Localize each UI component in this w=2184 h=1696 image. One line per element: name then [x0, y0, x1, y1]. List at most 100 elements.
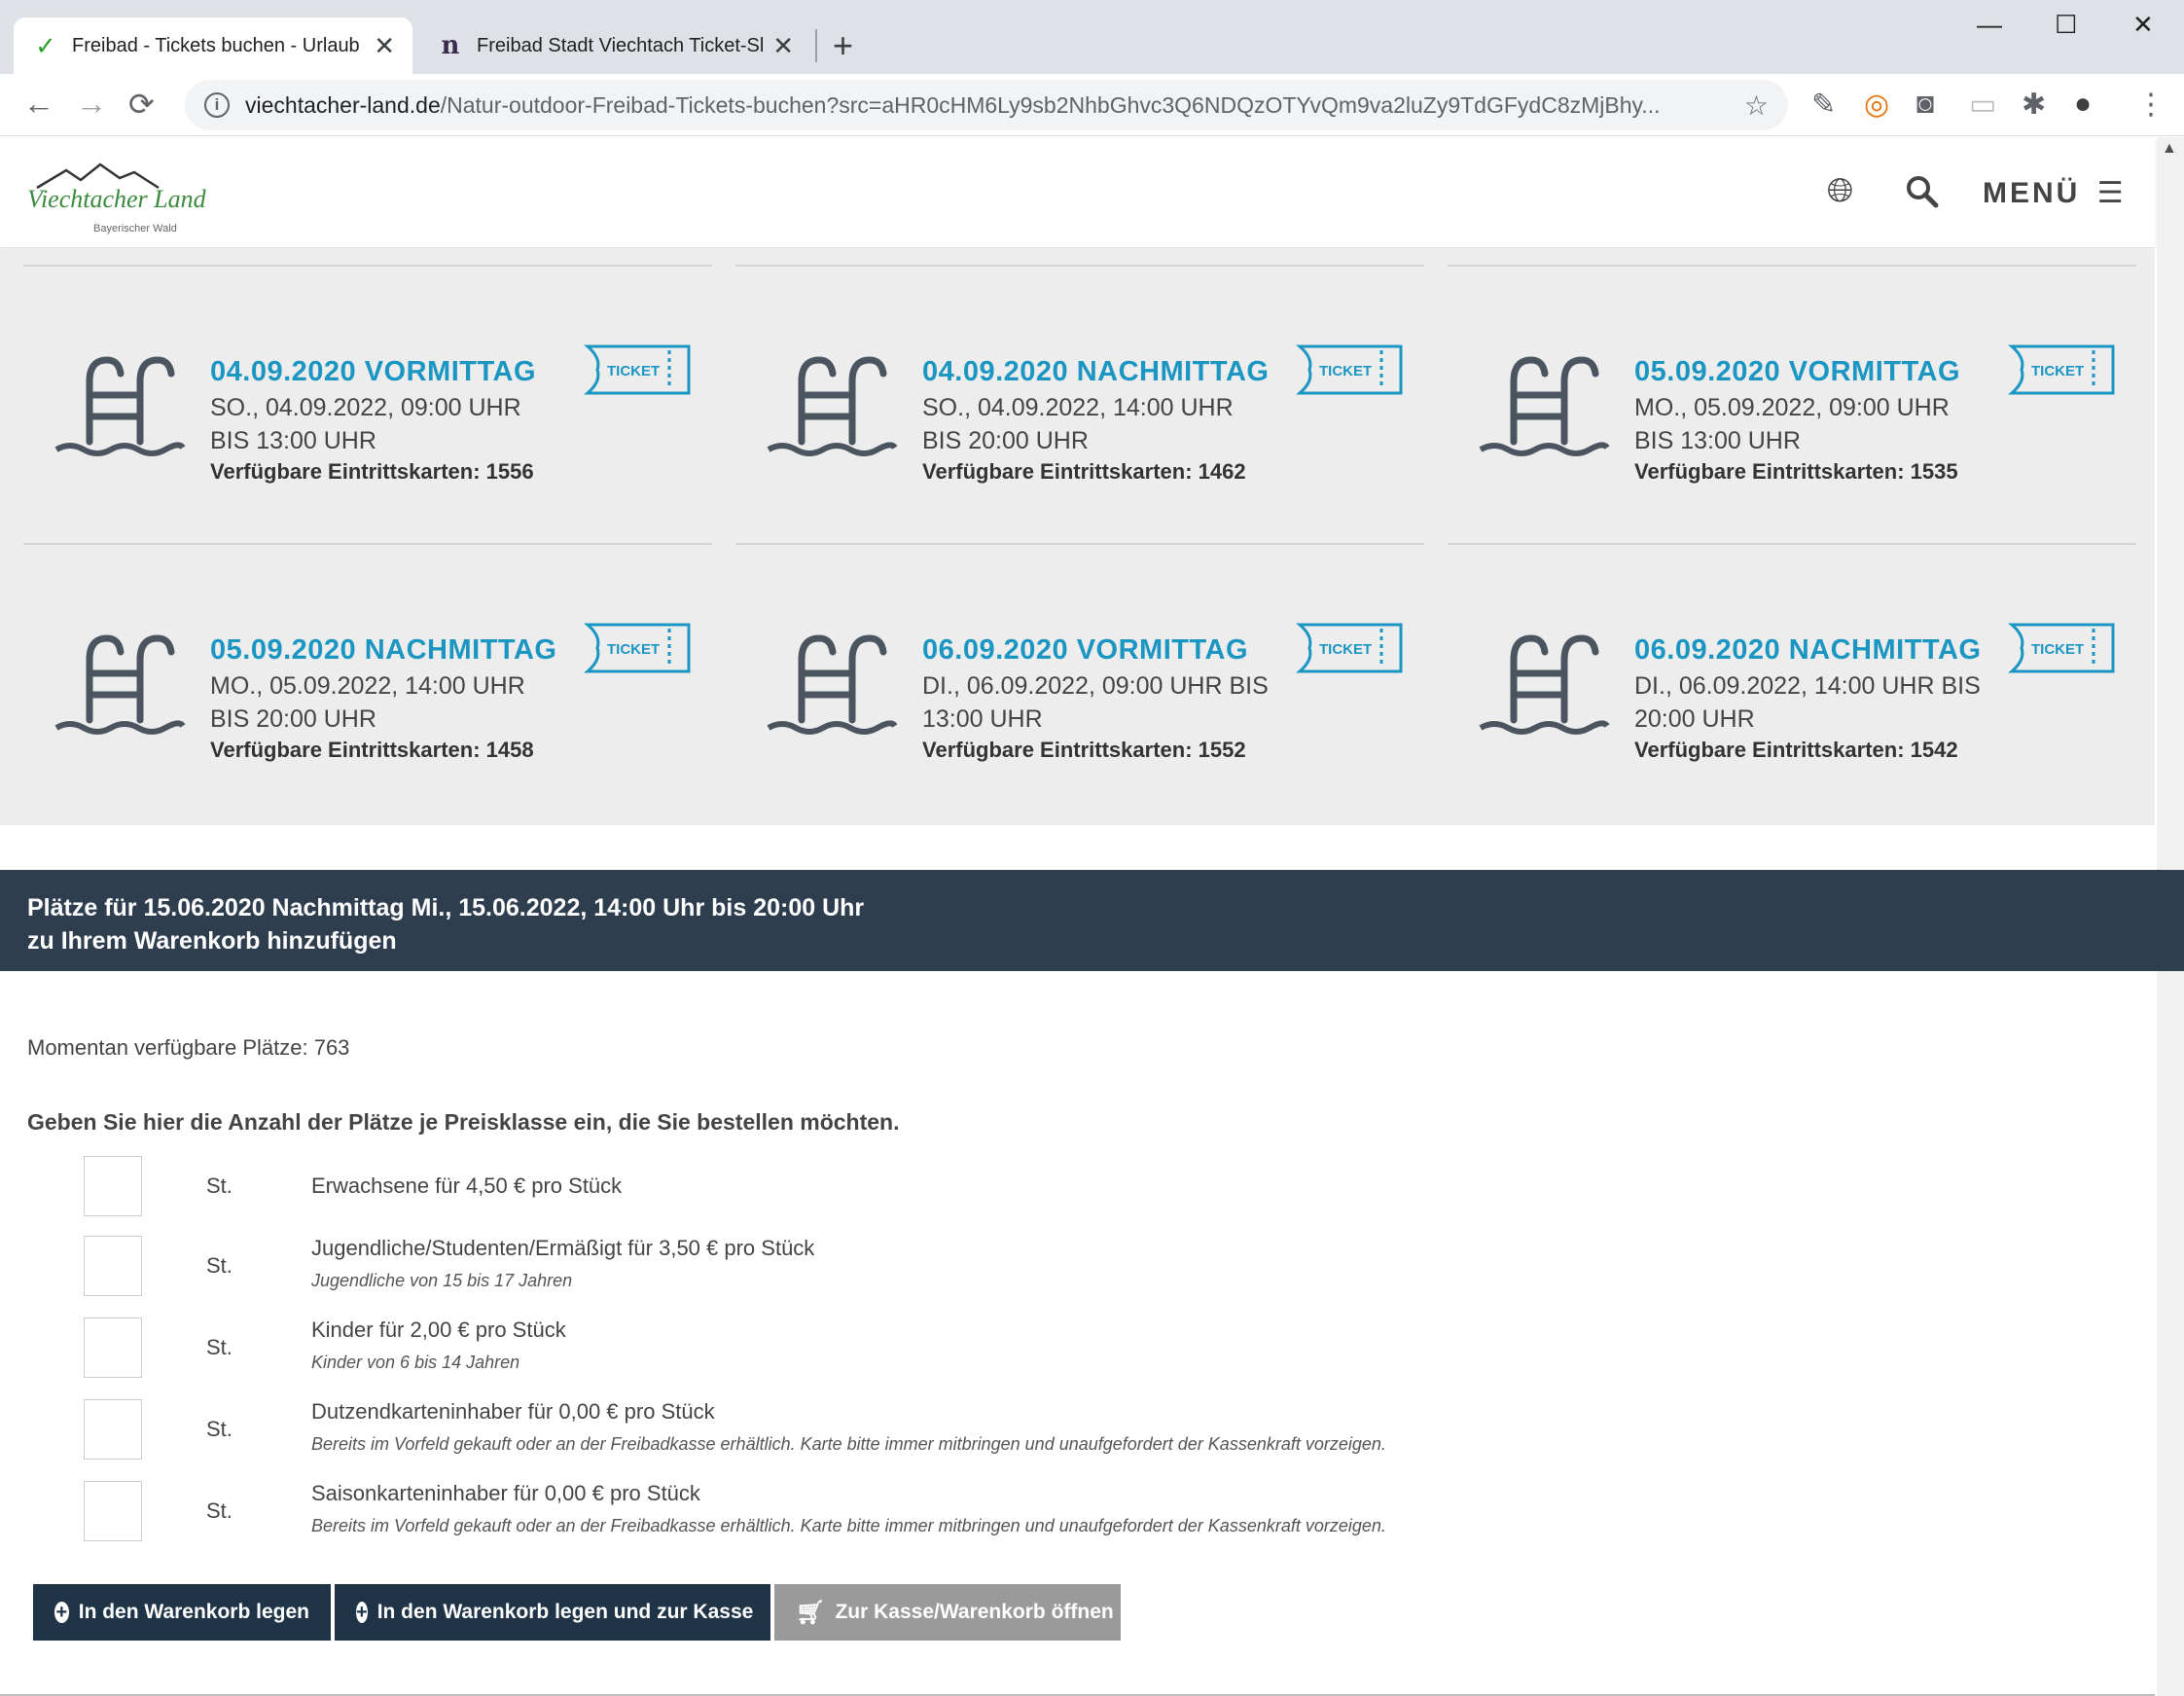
new-tab-button[interactable]: + [833, 25, 853, 66]
open-cart-label: Zur Kasse/Warenkorb öffnen [835, 1601, 1114, 1623]
price-class-title: Dutzendkarteninhaber für 0,00 € pro Stüc… [311, 1399, 715, 1424]
card-time: DI., 06.09.2022, 09:00 UHR BIS 13:00 UHR [922, 672, 1269, 733]
swimming-pool-icon [767, 356, 898, 456]
window-close-button[interactable]: ✕ [2132, 10, 2154, 40]
ticket-slot-card[interactable]: 05.09.2020 VORMITTAG MO., 05.09.2022, 09:… [1448, 265, 2136, 543]
unit-label: St. [206, 1417, 233, 1441]
price-class-note: Jugendliche von 15 bis 17 Jahren [311, 1271, 573, 1290]
quantity-input[interactable] [84, 1236, 142, 1296]
price-class-row: St. Dutzendkarteninhaber für 0,00 € pro S… [84, 1399, 2029, 1461]
card-availability: Verfügbare Eintrittskarten: 1542 [1634, 738, 1958, 762]
price-class-title: Kinder für 2,00 € pro Stück [311, 1317, 566, 1342]
swimming-pool-icon [767, 634, 898, 735]
globe-icon[interactable]: 🌐︎ [1827, 172, 1853, 210]
tab-close-icon[interactable]: ✕ [374, 31, 395, 61]
card-divider [735, 543, 1424, 545]
price-class-row: St. Saisonkarteninhaber für 0,00 € pro St… [84, 1481, 2029, 1543]
plus-circle-icon: + [54, 1602, 69, 1623]
ticket-icon[interactable]: TICKET [1296, 621, 1405, 675]
card-title[interactable]: 06.09.2020 NACHMITTAG [1634, 634, 1981, 667]
extension-color-ring-icon[interactable]: ◎ [1864, 88, 1889, 122]
card-title[interactable]: 04.09.2020 NACHMITTAG [922, 356, 1269, 388]
booking-header-line1: Plätze für 15.06.2020 Nachmittag Mi., 15… [27, 894, 865, 921]
quantity-input[interactable] [84, 1481, 142, 1541]
extension-image-icon[interactable]: ▭ [1969, 88, 1996, 122]
scroll-up-arrow-icon[interactable]: ▲ [2162, 140, 2177, 158]
window-minimize-button[interactable]: — [1977, 10, 2002, 40]
add-to-cart-button[interactable]: + In den Warenkorb legen [33, 1584, 331, 1641]
unit-label: St. [206, 1498, 233, 1523]
card-divider [1448, 265, 2136, 267]
card-divider [1448, 543, 2136, 545]
quantity-input[interactable] [84, 1317, 142, 1378]
hamburger-icon: ☰ [2096, 177, 2127, 209]
ticket-icon[interactable]: TICKET [2008, 343, 2117, 397]
window-maximize-button[interactable]: ☐ [2055, 10, 2077, 40]
ticket-label: TICKET [2031, 641, 2084, 658]
swimming-pool-icon [1479, 356, 1610, 456]
card-availability: Verfügbare Eintrittskarten: 1552 [922, 738, 1246, 762]
url-host: viechtacher-land.de [245, 91, 441, 118]
unit-label: St. [206, 1335, 233, 1359]
ticket-icon[interactable]: TICKET [1296, 343, 1405, 397]
site-logo[interactable]: Viechtacher Land Bayerischer Wald [27, 159, 206, 235]
card-title[interactable]: 06.09.2020 VORMITTAG [922, 634, 1248, 667]
add-to-cart-checkout-button[interactable]: + In den Warenkorb legen und zur Kasse [335, 1584, 770, 1641]
open-cart-button[interactable]: 🛒︎ Zur Kasse/Warenkorb öffnen [774, 1584, 1121, 1641]
back-arrow-icon[interactable]: ← [23, 86, 54, 122]
site-header: Viechtacher Land Bayerischer Wald 🌐︎ MEN… [0, 137, 2155, 248]
card-title[interactable]: 04.09.2020 VORMITTAG [210, 356, 536, 388]
bookmark-star-icon[interactable]: ☆ [1744, 90, 1769, 122]
price-class-title: Erwachsene für 4,50 € pro Stück [311, 1173, 623, 1198]
logo-text: Viechtacher Land [27, 185, 206, 213]
extension-camera-icon[interactable]: ◙ [1916, 88, 1934, 121]
extension-eyedropper-icon[interactable]: ✎ [1811, 88, 1836, 122]
forward-arrow-icon[interactable]: → [76, 86, 107, 122]
tab-ticket-shop[interactable]: n Freibad Stadt Viechtach Ticket-Sh ✕ [418, 18, 811, 74]
address-bar[interactable]: i viechtacher-land.de /Natur-outdoor-Fre… [185, 80, 1788, 130]
site-info-icon[interactable]: i [204, 92, 230, 118]
ticket-slot-card[interactable]: 05.09.2020 NACHMITTAG MO., 05.09.2022, 14… [23, 543, 712, 821]
price-class-note: Bereits im Vorfeld gekauft oder an der F… [311, 1516, 1386, 1535]
tab-close-icon[interactable]: ✕ [772, 31, 794, 61]
card-time: MO., 05.09.2022, 14:00 UHR BIS 20:00 UHR [210, 672, 525, 733]
ticket-slot-card[interactable]: 04.09.2020 VORMITTAG SO., 04.09.2022, 09:… [23, 265, 712, 543]
add-to-cart-label: In den Warenkorb legen [78, 1601, 309, 1623]
price-class-title: Saisonkarteninhaber für 0,00 € pro Stück [311, 1481, 700, 1505]
swimming-pool-icon [1479, 634, 1610, 735]
booking-header: Plätze für 15.06.2020 Nachmittag Mi., 15… [0, 870, 2184, 971]
quantity-input[interactable] [84, 1399, 142, 1460]
ticket-icon[interactable]: TICKET [584, 343, 693, 397]
ticket-icon[interactable]: TICKET [2008, 621, 2117, 675]
price-class-row: St. Jugendliche/Studenten/Ermäßigt für 3,… [84, 1236, 2029, 1298]
shopping-cart-icon: 🛒︎ [796, 1599, 826, 1626]
ticket-slot-card[interactable]: 04.09.2020 NACHMITTAG SO., 04.09.2022, 14… [735, 265, 1424, 543]
profile-avatar-icon[interactable]: ● [2074, 88, 2092, 121]
browser-menu-icon[interactable]: ⋮ [2136, 88, 2166, 122]
add-to-cart-checkout-label: In den Warenkorb legen und zur Kasse [376, 1601, 754, 1623]
card-availability: Verfügbare Eintrittskarten: 1458 [210, 738, 534, 762]
card-availability: Verfügbare Eintrittskarten: 1462 [922, 459, 1246, 484]
ticket-icon[interactable]: TICKET [584, 621, 693, 675]
reload-icon[interactable]: ⟳ [128, 86, 155, 123]
card-availability: Verfügbare Eintrittskarten: 1535 [1634, 459, 1958, 484]
extensions-puzzle-icon[interactable]: ✱ [2022, 88, 2046, 122]
ticket-label: TICKET [1319, 641, 1372, 658]
tab-title: Freibad - Tickets buchen - Urlaub [72, 34, 360, 56]
ticket-slot-card[interactable]: 06.09.2020 NACHMITTAG DI., 06.09.2022, 14… [1448, 543, 2136, 821]
price-class-row: St. Erwachsene für 4,50 € pro Stück [84, 1156, 2029, 1218]
menu-button[interactable]: MENÜ ☰ [1983, 176, 2127, 210]
search-icon[interactable] [1905, 174, 1940, 209]
card-title[interactable]: 05.09.2020 VORMITTAG [1634, 356, 1960, 388]
quantity-input[interactable] [84, 1156, 142, 1216]
card-title[interactable]: 05.09.2020 NACHMITTAG [210, 634, 556, 667]
tab-freibad-tickets[interactable]: ✓ Freibad - Tickets buchen - Urlaub ✕ [14, 18, 412, 74]
logo-subtitle: Bayerischer Wald [93, 223, 177, 235]
card-divider [735, 265, 1424, 267]
url-path: /Natur-outdoor-Freibad-Tickets-buchen?sr… [440, 91, 1661, 118]
ticket-slot-card[interactable]: 06.09.2020 VORMITTAG DI., 06.09.2022, 09:… [735, 543, 1424, 821]
card-time: MO., 05.09.2022, 09:00 UHR BIS 13:00 UHR [1634, 394, 1950, 454]
ticket-label: TICKET [1319, 363, 1372, 379]
unit-label: St. [206, 1173, 233, 1198]
browser-tab-bar: ✓ Freibad - Tickets buchen - Urlaub ✕ n … [0, 0, 2184, 74]
